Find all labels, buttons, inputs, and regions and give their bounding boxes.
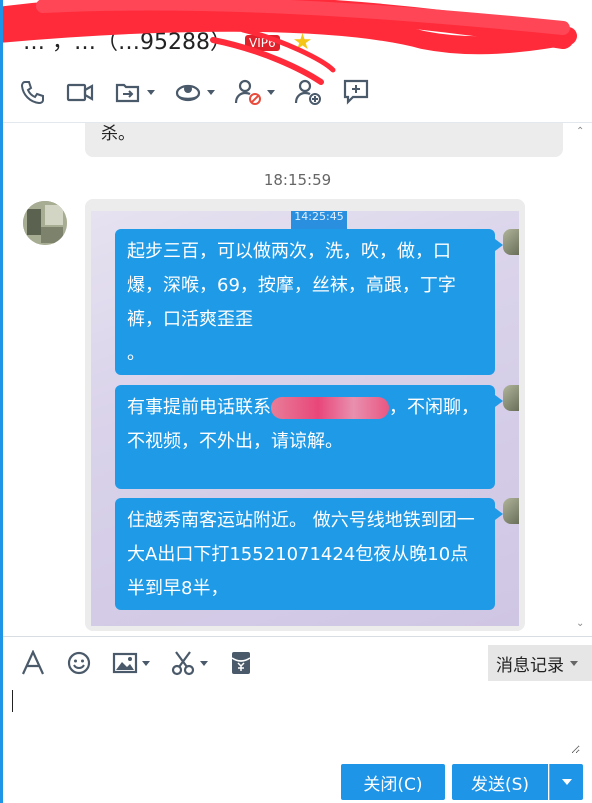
red-packet-button[interactable] [228,650,254,676]
video-call-button[interactable] [65,74,95,110]
mini-avatar [503,498,519,524]
input-divider [3,636,592,637]
file-transfer-button[interactable] [113,74,155,110]
remote-assist-button[interactable] [173,74,215,110]
mini-avatar [503,229,519,255]
image-message-2: 有事提前电话联系 ，不闲聊，不视频，不外出，请谅解。 [115,385,503,489]
avatar-photo [23,201,67,245]
contact-avatar[interactable] [23,201,67,245]
red-packet-icon [231,652,251,674]
bubble-tail [495,508,503,520]
message-text: 杀。 [101,124,135,144]
remote-assist-icon [175,84,201,102]
scroll-up-arrow[interactable]: ⌃ [576,127,586,137]
chevron-down-icon [561,779,572,785]
chevron-down-icon [147,89,155,95]
image-time-label: 14:25:45 [291,211,347,229]
send-button[interactable]: 发送(S) [452,764,548,800]
message-history-label: 消息记录 [496,655,564,676]
image-message-1: 起步三百，可以做两次，洗，吹，做，口爆，深喉，69，按摩，丝袜，高跟，丁字裤，口… [115,229,503,375]
screenshot-image[interactable]: 14:25:45 起步三百，可以做两次，洗，吹，做，口爆，深喉，69，按摩，丝袜… [91,211,519,626]
message-history-button[interactable]: 消息记录 [488,645,592,681]
emoji-icon [67,651,91,675]
video-icon [66,83,94,102]
screenshot-button[interactable] [170,650,208,676]
chevron-down-icon [570,660,578,666]
message-timestamp: 18:15:59 [263,171,332,189]
voice-call-button[interactable] [17,74,47,110]
block-user-icon [234,79,261,105]
image-button[interactable] [112,650,150,676]
add-friend-icon [294,79,321,105]
font-icon [21,650,45,675]
open-chat-button[interactable] [341,74,371,110]
scroll-down-arrow[interactable]: ⌄ [576,619,586,629]
chevron-down-icon [267,89,275,95]
chat-bubble-icon [343,79,369,105]
chevron-down-icon [207,89,215,95]
message-text: 住越秀南客运站附近。 做六号线地铁到团一大A出口下打15521071424包夜从… [127,510,475,599]
block-user-button[interactable] [233,74,275,110]
chevron-down-icon [200,660,208,666]
add-friend-button[interactable] [293,74,323,110]
emoji-button[interactable] [66,650,92,676]
image-message-3: 住越秀南客运站附近。 做六号线地铁到团一大A出口下打15521071424包夜从… [115,498,503,610]
mini-avatar [503,385,519,411]
message-bubble-previous: 杀。 [85,123,563,157]
text-cursor [12,690,13,712]
message-text-before: 有事提前电话联系 [127,397,271,418]
input-toolbar [20,645,274,681]
bubble-tail [495,395,503,407]
phone-icon [20,81,44,105]
header-toolbar [17,74,389,110]
chat-header: … ，…（…95288） VIP6 ★ [3,0,592,122]
message-text: 起步三百，可以做两次，洗，吹，做，口爆，深喉，69，按摩，丝袜，高跟，丁字裤，口… [127,241,456,364]
scissors-icon [171,651,195,676]
image-message-bubble[interactable]: 14:25:45 起步三百，可以做两次，洗，吹，做，口爆，深喉，69，按摩，丝袜… [85,199,525,631]
chevron-down-icon [142,660,150,666]
chat-history[interactable]: 杀。 18:15:59 14:25:45 起步三百，可以做两次，洗，吹，做，口爆… [3,123,592,636]
close-button[interactable]: 关闭(C) [341,764,445,800]
bubble-tail [495,239,503,251]
send-options-button[interactable] [549,764,583,800]
message-input[interactable] [10,688,580,754]
image-icon [112,652,138,674]
font-button[interactable] [20,650,46,676]
file-transfer-icon [115,83,140,103]
redaction-mark [271,397,389,419]
